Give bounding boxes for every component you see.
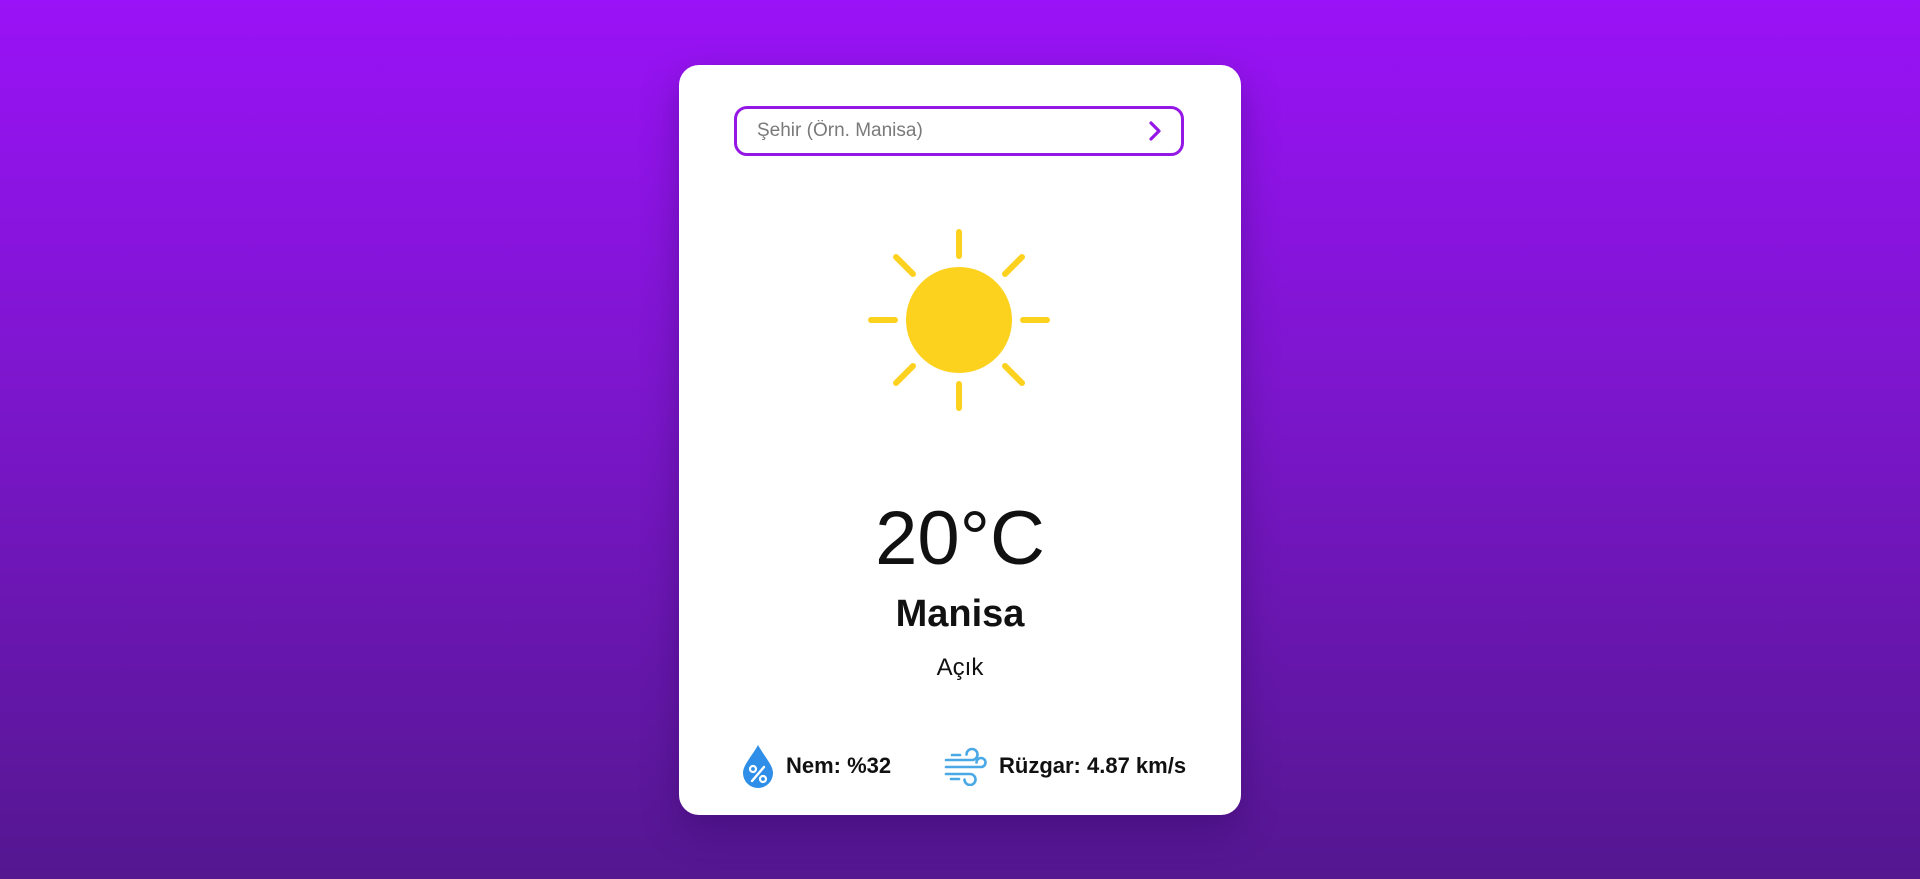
weather-description: Açık: [936, 654, 984, 681]
city-name: Manisa: [895, 593, 1025, 635]
sun-icon: [868, 229, 1050, 411]
wind-icon: [943, 746, 989, 786]
weather-card: 20°C Manisa Açık Nem: %32: [679, 65, 1241, 815]
chevron-right-icon: [1149, 121, 1161, 141]
city-search-input[interactable]: [737, 109, 1133, 153]
humidity-label: Nem: %32: [786, 753, 892, 778]
wind-label: Rüzgar: 4.87 km/s: [999, 753, 1187, 778]
humidity-drop-icon: [740, 742, 776, 790]
search-bar: [734, 106, 1184, 156]
wind-stat: Rüzgar: 4.87 km/s: [943, 741, 1186, 791]
temperature-value: 20°C: [875, 496, 1045, 581]
humidity-stat: Nem: %32: [740, 741, 891, 791]
search-submit-button[interactable]: [1133, 109, 1177, 153]
